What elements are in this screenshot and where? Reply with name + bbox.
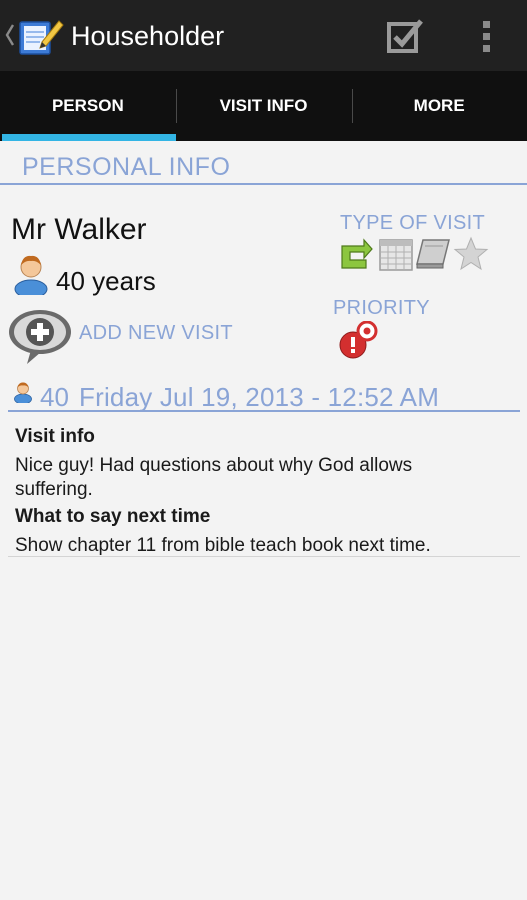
edit-button[interactable]: [380, 14, 430, 58]
list-divider: [8, 556, 520, 557]
next-time-label: What to say next time: [15, 506, 211, 527]
chevron-left-icon[interactable]: [4, 22, 16, 48]
person-name: Mr Walker: [11, 213, 147, 246]
app-title: Householder: [71, 21, 225, 51]
star-icon[interactable]: [453, 236, 489, 272]
person-age: 40 years: [56, 266, 156, 296]
calendar-icon[interactable]: [378, 236, 414, 272]
person-icon: [14, 255, 48, 295]
visit-age: 40: [40, 382, 69, 412]
person-icon: [14, 382, 32, 403]
tab-bar: PERSON VISIT INFO MORE: [0, 71, 527, 141]
section-divider: [0, 183, 527, 185]
tab-divider: [176, 89, 177, 123]
visit-info-label: Visit info: [15, 426, 95, 447]
tab-person[interactable]: PERSON: [0, 71, 176, 141]
overflow-menu-icon[interactable]: [470, 14, 502, 58]
checkbox-edit-icon: [387, 19, 423, 53]
add-new-visit-button[interactable]: ADD NEW VISIT: [79, 322, 233, 345]
notepad-pencil-icon[interactable]: [18, 16, 64, 56]
return-visit-icon[interactable]: [338, 236, 374, 272]
action-bar: Householder: [0, 0, 527, 71]
add-visit-icon[interactable]: [7, 308, 73, 366]
visit-date: Friday Jul 19, 2013 - 12:52 AM: [79, 382, 440, 412]
visit-entry-header[interactable]: 40 Friday Jul 19, 2013 - 12:52 AM: [14, 380, 514, 412]
section-title: PERSONAL INFO: [22, 153, 231, 181]
priority-label: PRIORITY: [333, 297, 430, 319]
priority-alert-icon[interactable]: [338, 321, 378, 361]
next-time-text: Show chapter 11 from bible teach book ne…: [15, 535, 431, 556]
book-icon[interactable]: [415, 236, 451, 272]
tab-more[interactable]: MORE: [351, 71, 527, 141]
visit-divider: [8, 410, 520, 412]
visit-info-text: Nice guy! Had questions about why God al…: [15, 455, 413, 500]
type-of-visit-icons: [338, 236, 498, 272]
tab-divider: [352, 89, 353, 123]
tab-visit-info[interactable]: VISIT INFO: [176, 71, 352, 141]
type-of-visit-label: TYPE OF VISIT: [340, 212, 486, 234]
